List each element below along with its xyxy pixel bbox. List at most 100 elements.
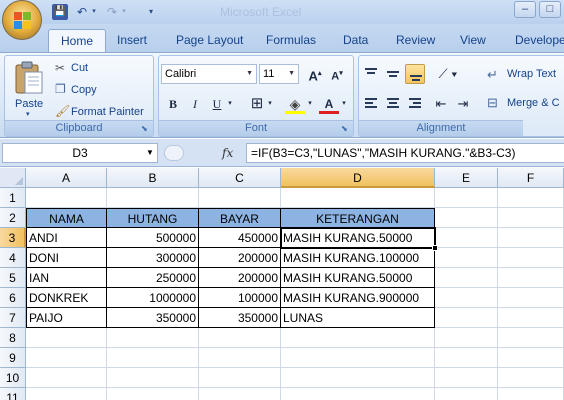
wrap-text-button[interactable]: ↵ Wrap Text <box>487 66 564 84</box>
row-header-10[interactable]: 10 <box>0 368 26 388</box>
cell-e9[interactable] <box>435 348 498 368</box>
cell-e3[interactable] <box>435 228 498 248</box>
cut-button[interactable]: ✂ Cut <box>53 60 149 78</box>
cell-f4[interactable] <box>498 248 564 268</box>
table-cell[interactable]: MASIH KURANG.50000 <box>281 268 435 288</box>
cell-f8[interactable] <box>498 328 564 348</box>
cell-d11[interactable] <box>281 388 435 400</box>
cell-c8[interactable] <box>199 328 281 348</box>
top-align-icon[interactable] <box>361 64 381 84</box>
cell-c10[interactable] <box>199 368 281 388</box>
table-cell[interactable]: 250000 <box>107 268 199 288</box>
column-header-e[interactable]: E <box>435 168 498 188</box>
cell-e2[interactable] <box>435 208 498 228</box>
office-button[interactable] <box>2 0 42 40</box>
paste-button[interactable]: Paste ▾ <box>9 58 49 118</box>
row-header-4[interactable]: 4 <box>0 248 26 268</box>
cell-f1[interactable] <box>498 188 564 208</box>
table-header-cell[interactable]: HUTANG <box>107 208 199 228</box>
cell-b11[interactable] <box>107 388 199 400</box>
cell-b10[interactable] <box>107 368 199 388</box>
name-box-dropdown-icon[interactable]: ▼ <box>144 143 156 163</box>
column-header-c[interactable]: C <box>199 168 281 188</box>
underline-button[interactable]: U <box>207 94 227 114</box>
table-cell[interactable]: DONI <box>26 248 107 268</box>
cell-b1[interactable] <box>107 188 199 208</box>
table-header-cell[interactable]: BAYAR <box>199 208 281 228</box>
minimize-button[interactable]: – <box>514 1 536 18</box>
cell-f11[interactable] <box>498 388 564 400</box>
cell-f3[interactable] <box>498 228 564 248</box>
select-all-button[interactable] <box>0 168 26 188</box>
cell-e6[interactable] <box>435 288 498 308</box>
column-header-d[interactable]: D <box>281 168 435 188</box>
tab-data[interactable]: Data <box>343 29 368 52</box>
align-center-icon[interactable] <box>383 94 403 114</box>
redo-dropdown-icon[interactable]: ▾ <box>120 4 128 20</box>
cell-e11[interactable] <box>435 388 498 400</box>
insert-function-icon[interactable]: fx <box>222 143 242 163</box>
cell-c11[interactable] <box>199 388 281 400</box>
cell-f7[interactable] <box>498 308 564 328</box>
cell-b9[interactable] <box>107 348 199 368</box>
font-size-select[interactable]: 11 ▼ <box>259 64 299 84</box>
underline-dropdown-icon[interactable]: ▾ <box>225 94 235 114</box>
cell-a8[interactable] <box>26 328 107 348</box>
merge-center-button[interactable]: ⊟ Merge & C <box>487 95 564 113</box>
row-header-1[interactable]: 1 <box>0 188 26 208</box>
cell-a1[interactable] <box>26 188 107 208</box>
cell-e10[interactable] <box>435 368 498 388</box>
font-launcher-icon[interactable]: ⬊ <box>341 124 351 134</box>
table-cell[interactable]: 300000 <box>107 248 199 268</box>
orientation-icon[interactable]: ⟋ ▾ <box>435 64 461 84</box>
table-cell[interactable]: MASIH KURANG.50000 <box>281 228 435 248</box>
tab-page-layout[interactable]: Page Layout <box>176 29 243 52</box>
undo-icon[interactable]: ↶ <box>74 4 90 20</box>
table-cell[interactable]: 200000 <box>199 268 281 288</box>
cell-e4[interactable] <box>435 248 498 268</box>
tab-view[interactable]: View <box>460 29 486 52</box>
tab-review[interactable]: Review <box>396 29 435 52</box>
row-header-11[interactable]: 11 <box>0 388 26 400</box>
cell-a10[interactable] <box>26 368 107 388</box>
cell-e5[interactable] <box>435 268 498 288</box>
table-cell[interactable]: 200000 <box>199 248 281 268</box>
increase-indent-icon[interactable]: ⇥ <box>453 94 473 114</box>
table-cell[interactable]: 100000 <box>199 288 281 308</box>
cell-e7[interactable] <box>435 308 498 328</box>
clipboard-launcher-icon[interactable]: ⬊ <box>141 124 151 134</box>
fill-color-icon[interactable]: ◈ <box>285 94 305 114</box>
align-right-icon[interactable] <box>405 94 425 114</box>
table-cell[interactable]: ANDI <box>26 228 107 248</box>
column-header-f[interactable]: F <box>498 168 564 188</box>
cell-b8[interactable] <box>107 328 199 348</box>
row-header-3[interactable]: 3 <box>0 228 26 248</box>
tab-developer[interactable]: Develope <box>515 29 564 52</box>
name-box[interactable]: D3 <box>2 143 158 163</box>
row-header-2[interactable]: 2 <box>0 208 26 228</box>
table-header-cell[interactable]: NAMA <box>26 208 107 228</box>
expand-handle-icon[interactable] <box>164 145 184 161</box>
cell-f5[interactable] <box>498 268 564 288</box>
italic-button[interactable]: I <box>185 94 205 114</box>
row-header-9[interactable]: 9 <box>0 348 26 368</box>
row-header-7[interactable]: 7 <box>0 308 26 328</box>
fill-handle[interactable] <box>432 245 438 251</box>
table-cell[interactable]: LUNAS <box>281 308 435 328</box>
cell-f2[interactable] <box>498 208 564 228</box>
column-header-b[interactable]: B <box>107 168 199 188</box>
formula-input[interactable]: =IF(B3=C3,"LUNAS","MASIH KURANG."&B3-C3) <box>246 143 564 163</box>
customize-toolbar-icon[interactable]: ▾ <box>146 4 156 20</box>
cell-f10[interactable] <box>498 368 564 388</box>
row-header-6[interactable]: 6 <box>0 288 26 308</box>
cell-e1[interactable] <box>435 188 498 208</box>
table-cell[interactable]: 500000 <box>107 228 199 248</box>
align-left-icon[interactable] <box>361 94 381 114</box>
table-cell[interactable]: MASIH KURANG.100000 <box>281 248 435 268</box>
cell-d1[interactable] <box>281 188 435 208</box>
redo-icon[interactable]: ↷ <box>104 4 120 20</box>
cell-c1[interactable] <box>199 188 281 208</box>
font-color-dropdown-icon[interactable]: ▾ <box>339 94 349 114</box>
table-cell[interactable]: 350000 <box>199 308 281 328</box>
table-header-cell[interactable]: KETERANGAN <box>281 208 435 228</box>
